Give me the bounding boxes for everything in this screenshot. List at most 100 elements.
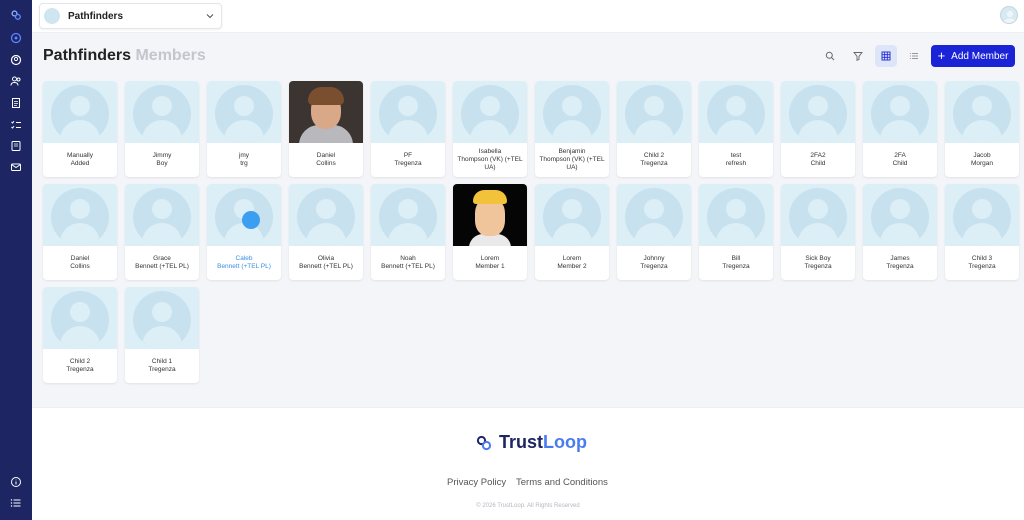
profile-icon[interactable] [8,52,24,68]
brand-logo: TrustLoop [475,432,587,453]
mail-icon[interactable] [8,159,24,175]
member-card[interactable]: PF Tregenza [371,81,445,177]
default-avatar-icon [625,85,683,143]
member-avatar [699,81,773,143]
member-name: test refresh [725,152,747,167]
member-avatar [43,184,117,246]
document-icon[interactable] [8,95,24,111]
default-avatar-icon [953,188,1011,246]
default-avatar-icon [953,85,1011,143]
member-avatar [617,81,691,143]
member-avatar [289,184,363,246]
search-button[interactable] [819,45,841,67]
member-card[interactable]: Benjamin Thompson (VK) (+TEL UA) [535,81,609,177]
page-title-org: Pathfinders [43,47,132,64]
member-avatar [43,287,117,349]
member-avatar [207,184,281,246]
book-icon[interactable] [8,138,24,154]
organization-name: Pathfinders [68,10,124,22]
member-card[interactable]: Child 3 Tregenza [945,184,1019,280]
dashboard-icon[interactable] [8,30,24,46]
member-avatar [781,81,855,143]
member-card[interactable]: Bill Tregenza [699,184,773,280]
default-avatar-icon [51,85,109,143]
member-avatar [125,81,199,143]
member-avatar [781,184,855,246]
member-card[interactable]: Sick Boy Tregenza [781,184,855,280]
member-card[interactable]: James Tregenza [863,184,937,280]
member-name: 2FA Child [892,152,908,167]
member-card[interactable]: Lorem Member 2 [535,184,609,280]
grid-view-button[interactable] [875,45,897,67]
info-icon[interactable] [8,474,24,490]
member-card[interactable]: Daniel Collins [43,184,117,280]
member-card[interactable]: 2FA Child [863,81,937,177]
member-card[interactable]: Grace Bennett (+TEL PL) [125,184,199,280]
member-avatar [617,184,691,246]
default-avatar-icon [543,85,601,143]
member-card[interactable]: Noah Bennett (+TEL PL) [371,184,445,280]
member-name: Benjamin Thompson (VK) (+TEL UA) [539,148,605,171]
list-view-button[interactable] [903,45,925,67]
member-name: jmy trg [238,152,250,167]
member-card[interactable]: Child 1 Tregenza [125,287,199,383]
member-card[interactable]: Johnny Tregenza [617,184,691,280]
default-avatar-icon [215,85,273,143]
default-avatar-icon [789,85,847,143]
member-avatar [289,81,363,143]
checklist-icon[interactable] [8,117,24,133]
member-name: Bill Tregenza [722,255,750,270]
member-avatar [43,81,117,143]
page-title-section: Members [135,47,206,64]
member-card[interactable]: Lorem Member 1 [453,184,527,280]
privacy-policy-link[interactable]: Privacy Policy [447,477,506,488]
member-avatar [945,81,1019,143]
member-avatar [863,81,937,143]
member-avatar [863,184,937,246]
member-name: Noah Bennett (+TEL PL) [381,255,435,270]
member-photo [289,81,363,143]
add-member-button[interactable]: + Add Member [931,45,1015,67]
member-card[interactable]: Jacob Morgan [945,81,1019,177]
member-avatar [535,81,609,143]
logo-icon[interactable] [8,7,24,23]
copyright-text: © 2026 TrustLoop. All Rights Reserved [476,503,580,509]
search-icon [825,51,835,61]
member-card[interactable]: Olivia Bennett (+TEL PL) [289,184,363,280]
grid-view-icon [881,51,891,61]
member-name: Jimmy Boy [152,152,172,167]
member-card[interactable]: Jimmy Boy [125,81,199,177]
user-avatar-icon[interactable] [1000,6,1018,24]
brand-name-strong: Trust [499,432,544,452]
member-name: Daniel Collins [316,152,336,167]
member-card[interactable]: Isabella Thompson (VK) (+TEL UA) [453,81,527,177]
default-avatar-icon [789,188,847,246]
default-avatar-icon [297,188,355,246]
menu-icon[interactable] [8,495,24,511]
default-avatar-icon [871,85,929,143]
member-name: Child 2 Tregenza [66,358,94,373]
default-avatar-icon [133,291,191,349]
member-card[interactable]: 2FA2 Child [781,81,855,177]
member-name: Child 2 Tregenza [640,152,668,167]
organization-selector[interactable]: Pathfinders [39,3,222,29]
cursor-indicator [242,211,260,229]
member-avatar [945,184,1019,246]
terms-link[interactable]: Terms and Conditions [516,477,608,488]
filter-icon [853,52,863,61]
member-card[interactable]: Caleb Bennett (+TEL PL) [207,184,281,280]
members-icon[interactable] [8,73,24,89]
member-card[interactable]: Child 2 Tregenza [43,287,117,383]
member-card[interactable]: Daniel Collins [289,81,363,177]
member-name: Child 1 Tregenza [148,358,176,373]
footer: TrustLoop Privacy Policy Terms and Condi… [32,407,1024,520]
member-card[interactable]: jmy trg [207,81,281,177]
member-card[interactable]: test refresh [699,81,773,177]
filter-button[interactable] [847,45,869,67]
default-avatar-icon [379,188,437,246]
member-name: Child 3 Tregenza [968,255,996,270]
member-card[interactable]: Manually Added [43,81,117,177]
member-avatar [453,81,527,143]
member-card[interactable]: Child 2 Tregenza [617,81,691,177]
brand-name: TrustLoop [499,432,587,453]
